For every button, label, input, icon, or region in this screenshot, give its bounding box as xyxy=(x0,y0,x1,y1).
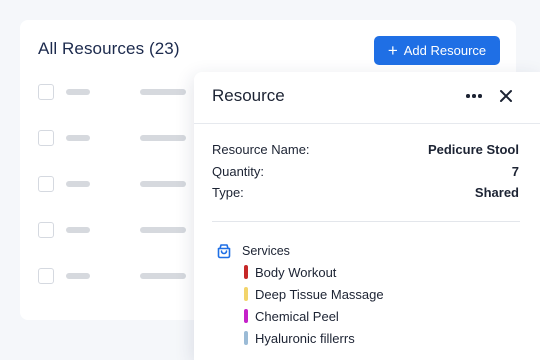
field-value: Shared xyxy=(474,185,519,200)
field-label: Quantity: xyxy=(212,164,265,179)
field-value: 7 xyxy=(511,164,519,179)
row-checkbox[interactable] xyxy=(38,268,54,284)
list-row-placeholder xyxy=(38,222,218,238)
skeleton-bar xyxy=(140,89,186,95)
service-name: Hyaluronic fillerrs xyxy=(255,331,355,346)
service-item: Hyaluronic fillerrs xyxy=(244,330,444,346)
page-title: All Resources (23) xyxy=(38,39,180,58)
divider xyxy=(212,221,520,222)
row-checkbox[interactable] xyxy=(38,84,54,100)
service-color-swatch xyxy=(244,265,248,279)
service-name: Deep Tissue Massage xyxy=(255,287,384,302)
list-row-placeholder xyxy=(38,176,218,192)
resource-detail-panel: Resource Resource Name: Pedicure Stool Q… xyxy=(194,72,540,360)
service-item: Body Workout xyxy=(244,264,444,280)
panel-header: Resource xyxy=(194,72,540,124)
service-color-swatch xyxy=(244,309,248,323)
field-label: Type: xyxy=(212,185,244,200)
service-color-swatch xyxy=(244,331,248,345)
skeleton-bar xyxy=(66,89,90,95)
list-row-placeholder xyxy=(38,130,218,146)
more-horizontal-icon[interactable] xyxy=(464,87,484,105)
skeleton-bar xyxy=(66,181,90,187)
list-row-placeholder xyxy=(38,84,218,100)
row-checkbox[interactable] xyxy=(38,222,54,238)
skeleton-bar xyxy=(140,227,186,233)
row-checkbox[interactable] xyxy=(38,130,54,146)
shopping-bag-icon xyxy=(217,244,231,259)
service-item: Chemical Peel xyxy=(244,308,444,324)
skeleton-bar xyxy=(140,181,186,187)
service-item: Deep Tissue Massage xyxy=(244,286,444,302)
list-row-placeholder xyxy=(38,268,218,284)
panel-title: Resource xyxy=(212,86,285,105)
plus-icon: + xyxy=(387,40,398,60)
field-value: Pedicure Stool xyxy=(427,142,519,157)
service-name: Chemical Peel xyxy=(255,309,339,324)
close-icon[interactable] xyxy=(496,86,516,106)
add-resource-button[interactable]: + Add Resource xyxy=(374,36,500,65)
field-label: Resource Name: xyxy=(212,142,310,157)
services-label: Services xyxy=(242,244,290,258)
skeleton-bar xyxy=(66,227,90,233)
skeleton-bar xyxy=(140,273,186,279)
skeleton-bar xyxy=(66,135,90,141)
skeleton-bar xyxy=(66,273,90,279)
skeleton-bar xyxy=(140,135,186,141)
service-name: Body Workout xyxy=(255,265,337,280)
add-resource-label: Add Resource xyxy=(403,43,487,58)
row-checkbox[interactable] xyxy=(38,176,54,192)
service-color-swatch xyxy=(244,287,248,301)
